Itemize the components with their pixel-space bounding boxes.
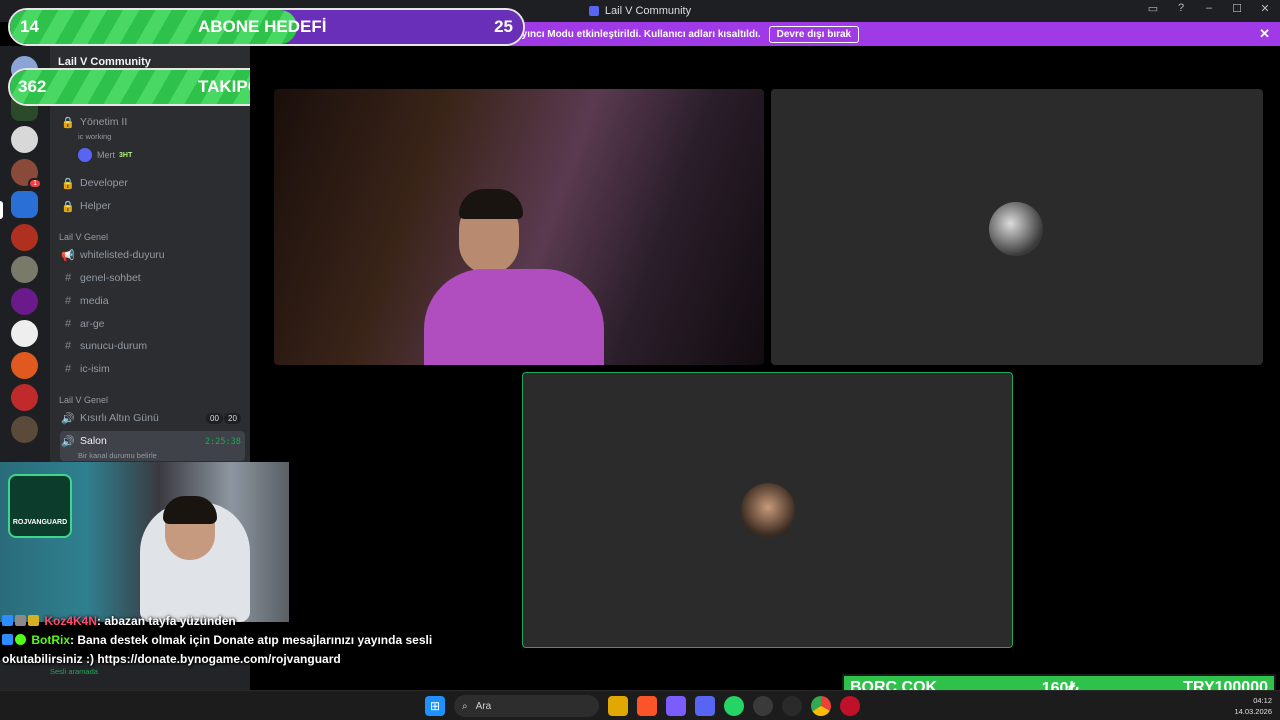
call-stage — [250, 46, 1280, 690]
chrome-icon[interactable] — [811, 696, 831, 716]
server-lailv-icon[interactable] — [11, 191, 38, 218]
streamer-hair — [163, 496, 217, 524]
close-window-button[interactable]: ✕ — [1256, 2, 1274, 15]
badge-icon — [28, 615, 39, 626]
channel-badge: 00 — [206, 413, 223, 424]
channel-status[interactable]: Bir kanal durumu belirle — [78, 451, 157, 460]
active-server-pill — [0, 201, 3, 219]
channel-badge: 20 — [224, 413, 241, 424]
avatar — [989, 202, 1043, 256]
hashtag-icon: # — [64, 363, 72, 375]
channel-logo: ROJVANGUARD — [8, 474, 72, 538]
lock-icon: 🔒 — [61, 116, 75, 129]
hashtag-icon: # — [64, 318, 72, 330]
app-icon[interactable] — [753, 696, 773, 716]
help-icon[interactable]: ? — [1172, 2, 1190, 15]
category-header[interactable]: Lail V Genel — [59, 232, 108, 242]
window-title: Lail V Community — [604, 5, 692, 17]
goal-label: ABONE HEDEFİ — [198, 17, 327, 36]
server-icon[interactable] — [11, 224, 38, 251]
disable-streamer-mode-button[interactable]: Devre dışı bırak — [768, 25, 860, 43]
close-banner-icon[interactable]: ✕ — [1259, 26, 1270, 42]
obs-icon[interactable] — [782, 696, 802, 716]
goal-current: 362 — [18, 77, 47, 96]
server-icon[interactable] — [11, 416, 38, 443]
stream-chat-overlay: Koz4K4N: abazan tayfa yüzünden BotRix: B… — [2, 612, 442, 669]
hashtag-icon: # — [64, 272, 72, 284]
server-icon[interactable] — [11, 126, 38, 153]
hashtag-icon: # — [64, 295, 72, 307]
discord-logo-icon — [588, 6, 599, 16]
channel-ar-ge[interactable]: # ar-ge — [60, 314, 245, 334]
goal-target: 25 — [494, 17, 513, 36]
channel-whitelisted-duyuru[interactable]: 📢 whitelisted-duyuru — [60, 245, 245, 265]
category-header[interactable]: Lail V Genel — [59, 395, 108, 405]
whatsapp-icon[interactable] — [724, 696, 744, 716]
taskbar-search[interactable]: ⌕ Ara — [454, 695, 599, 717]
channel-ic-isim[interactable]: # ic-isim — [60, 359, 245, 379]
video-tile-participant[interactable] — [771, 89, 1263, 365]
channel-genel-sohbet[interactable]: # genel-sohbet — [60, 268, 245, 288]
participant-body — [424, 269, 604, 365]
search-icon: ⌕ — [462, 700, 468, 712]
video-tile-speaking[interactable] — [522, 372, 1013, 648]
speaker-icon: 🔊 — [61, 412, 75, 425]
channel-sunucu-durum[interactable]: # sunucu-durum — [60, 336, 245, 356]
channel-sidebar: Lail V Community 🔒 Yönetim II ic working… — [50, 46, 250, 466]
app-icon[interactable] — [666, 696, 686, 716]
server-icon[interactable] — [11, 256, 38, 283]
server-icon[interactable] — [11, 384, 38, 411]
badge-icon — [15, 615, 26, 626]
opera-icon[interactable] — [840, 696, 860, 716]
video-tile-camera[interactable] — [274, 89, 764, 365]
banner-text: Yayıncı Modu etkinleştirildi. Kullanıcı … — [510, 28, 761, 40]
announcement-icon: 📢 — [61, 249, 75, 262]
badge-icon — [2, 634, 13, 645]
window-controls: ▭ ? – ☐ ✕ — [1144, 2, 1274, 15]
taskbar-clock[interactable]: 04:12 14.03.2026 — [1234, 695, 1272, 717]
participant-hair — [459, 189, 523, 219]
avatar — [741, 483, 795, 537]
chat-username: Koz4K4N — [44, 614, 98, 628]
speaker-icon: 🔊 — [61, 436, 75, 448]
chat-message: Koz4K4N: abazan tayfa yüzünden — [2, 612, 442, 631]
subscriber-goal-bar: 14 ABONE HEDEFİ 25 — [8, 8, 525, 46]
lock-icon: 🔒 — [61, 177, 75, 190]
badge-icon — [2, 615, 13, 626]
server-icon[interactable] — [11, 352, 38, 379]
chat-username: BotRix — [31, 633, 71, 647]
streamer-mode-banner: Yayıncı Modu etkinleştirildi. Kullanıcı … — [480, 22, 1280, 46]
minimize-button[interactable]: – — [1200, 2, 1218, 15]
lock-icon: 🔒 — [61, 200, 75, 213]
channel-status: ic working — [78, 132, 112, 141]
chat-message: BotRix: Bana destek olmak için Donate at… — [2, 631, 442, 669]
channel-developer[interactable]: 🔒 Developer — [60, 173, 245, 193]
avatar — [78, 148, 92, 162]
windows-start-icon[interactable]: ⊞ — [425, 696, 445, 716]
voice-user[interactable]: Mert 3HT — [78, 148, 132, 162]
server-icon[interactable]: 1 — [11, 159, 42, 189]
brave-browser-icon[interactable] — [637, 696, 657, 716]
channel-yonetim[interactable]: 🔒 Yönetim II — [60, 112, 245, 132]
goal-current: 14 — [20, 17, 39, 36]
channel-helper[interactable]: 🔒 Helper — [60, 196, 245, 216]
windows-taskbar: ⊞ ⌕ Ara 04:12 14.03.2026 — [0, 690, 1280, 720]
maximize-button[interactable]: ☐ — [1228, 2, 1246, 15]
file-explorer-icon[interactable] — [608, 696, 628, 716]
verified-icon — [15, 634, 26, 645]
server-icon[interactable] — [11, 288, 38, 315]
server-list: 1 — [0, 46, 50, 466]
server-name[interactable]: Lail V Community — [58, 56, 151, 68]
server-icon[interactable] — [11, 320, 38, 347]
chat-text: : abazan tayfa yüzünden — [97, 614, 236, 628]
inbox-icon[interactable]: ▭ — [1144, 2, 1162, 15]
call-timer: 2:25:38 — [205, 437, 241, 447]
channel-media[interactable]: # media — [60, 291, 245, 311]
discord-icon[interactable] — [695, 696, 715, 716]
hashtag-icon: # — [64, 340, 72, 352]
streamer-webcam: ROJVANGUARD — [0, 462, 289, 622]
